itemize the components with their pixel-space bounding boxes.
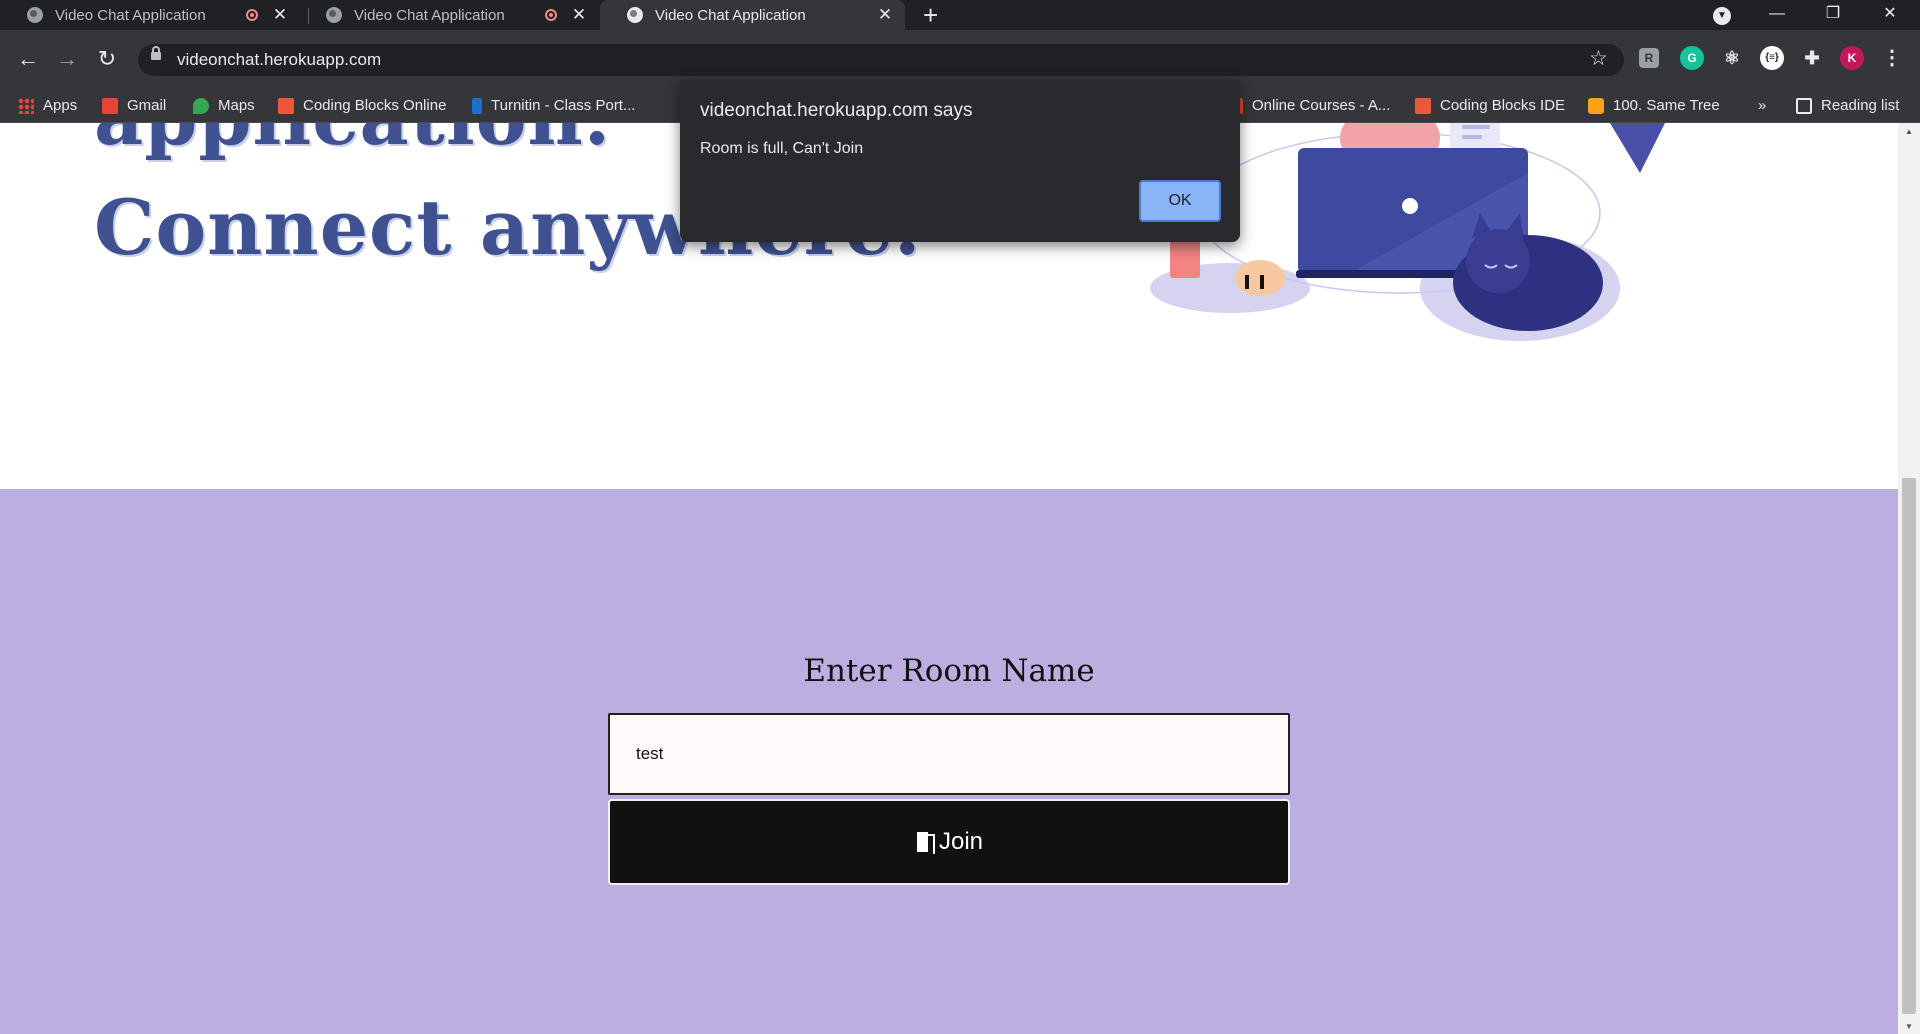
page-viewport: application. Connect anywhere. Enter Roo… <box>0 123 1898 1034</box>
url-text[interactable]: videonchat.herokuapp.com <box>177 50 381 70</box>
turnitin-icon <box>472 97 482 114</box>
scrollbar-thumb[interactable] <box>1902 478 1916 1014</box>
bookmark-coding-blocks-online[interactable]: Coding Blocks Online <box>278 97 446 114</box>
extensions-puzzle-icon[interactable]: ✚ <box>1800 46 1824 70</box>
bookmark-label: Online Courses - A... <box>1252 97 1391 114</box>
hero-heading-line-1: application. <box>94 123 611 162</box>
close-tab-icon[interactable]: ✕ <box>569 5 589 25</box>
bookmark-label: Turnitin - Class Port... <box>491 97 636 114</box>
bookmark-online-courses[interactable]: Online Courses - A... <box>1237 97 1390 114</box>
scroll-down-icon[interactable]: ▼ <box>1903 1022 1915 1031</box>
reading-list-icon <box>1796 97 1812 114</box>
tab-search-icon[interactable]: ▼ <box>1713 7 1731 25</box>
join-button[interactable]: Join <box>608 799 1290 885</box>
bookmarks-overflow-icon[interactable]: » <box>1758 97 1766 114</box>
tab-strip: Video Chat Application ✕ Video Chat Appl… <box>0 0 1920 30</box>
ok-button[interactable]: OK <box>1139 180 1221 222</box>
bookmark-label: 100. Same Tree <box>1613 97 1720 114</box>
coding-blocks-icon <box>278 97 294 114</box>
forward-icon[interactable]: → <box>52 44 82 74</box>
bookmark-star-icon[interactable]: ☆ <box>1589 46 1608 71</box>
globe-icon <box>627 7 643 23</box>
bookmark-label: Gmail <box>127 97 167 114</box>
recording-icon <box>545 9 557 21</box>
lock-icon[interactable] <box>151 46 161 60</box>
room-name-input[interactable]: test <box>608 713 1290 795</box>
globe-icon <box>326 7 342 23</box>
tab-2[interactable]: Video Chat Application ✕ <box>299 0 599 30</box>
bookmark-label: Coding Blocks IDE <box>1440 97 1566 114</box>
scroll-up-icon[interactable]: ▲ <box>1903 127 1915 136</box>
restore-icon[interactable]: ❐ <box>1813 0 1853 28</box>
room-name-heading: Enter Room Name <box>803 653 1095 689</box>
tab-title: Video Chat Application <box>354 6 505 24</box>
tab-1[interactable]: Video Chat Application ✕ <box>0 0 300 30</box>
extension-icon[interactable]: R <box>1639 48 1659 68</box>
close-tab-icon[interactable]: ✕ <box>875 5 895 25</box>
recording-icon <box>246 9 258 21</box>
bookmark-apps[interactable]: Apps <box>18 97 77 114</box>
menu-kebab-icon[interactable]: ⋮ <box>1880 46 1904 70</box>
reading-list-label: Reading list <box>1821 97 1900 114</box>
react-devtools-icon[interactable]: ⚛ <box>1720 46 1744 70</box>
json-extension-icon[interactable]: {≡} <box>1760 46 1784 70</box>
profile-avatar[interactable]: K <box>1840 46 1864 70</box>
door-icon <box>915 831 937 854</box>
tab-3-active[interactable]: Video Chat Application ✕ <box>600 0 905 30</box>
bookmark-label: Maps <box>218 97 255 114</box>
tab-title: Video Chat Application <box>655 6 806 24</box>
maps-icon <box>193 97 209 114</box>
bookmark-maps[interactable]: Maps <box>193 97 255 114</box>
alert-dialog: videonchat.herokuapp.com says Room is fu… <box>680 80 1240 242</box>
join-room-section: Enter Room Name test Join <box>0 489 1898 1034</box>
tab-title: Video Chat Application <box>55 6 206 24</box>
leetcode-icon <box>1588 97 1604 114</box>
globe-icon <box>27 7 43 23</box>
gmail-icon <box>102 97 118 114</box>
bookmark-label: Apps <box>43 97 78 114</box>
back-icon[interactable]: ← <box>13 44 43 74</box>
bookmark-turnitin[interactable]: Turnitin - Class Port... <box>472 97 635 114</box>
new-tab-icon[interactable]: + <box>923 2 938 28</box>
close-tab-icon[interactable]: ✕ <box>270 5 290 25</box>
bookmark-same-tree[interactable]: 100. Same Tree <box>1588 97 1720 114</box>
minimize-icon[interactable]: — <box>1757 0 1797 28</box>
reading-list[interactable]: Reading list <box>1796 97 1899 114</box>
bookmark-gmail[interactable]: Gmail <box>102 97 166 114</box>
alert-message: Room is full, Can't Join <box>700 140 864 157</box>
coding-blocks-icon <box>1415 97 1431 114</box>
grammarly-icon[interactable]: G <box>1680 46 1704 70</box>
alert-title: videonchat.herokuapp.com says <box>700 100 973 121</box>
join-button-label: Join <box>938 828 984 855</box>
reload-icon[interactable]: ↻ <box>92 44 122 74</box>
apps-grid-icon <box>18 97 34 114</box>
bookmark-label: Coding Blocks Online <box>303 97 447 114</box>
close-window-icon[interactable]: ✕ <box>1870 0 1910 28</box>
bookmark-coding-blocks-ide[interactable]: Coding Blocks IDE <box>1415 97 1565 114</box>
